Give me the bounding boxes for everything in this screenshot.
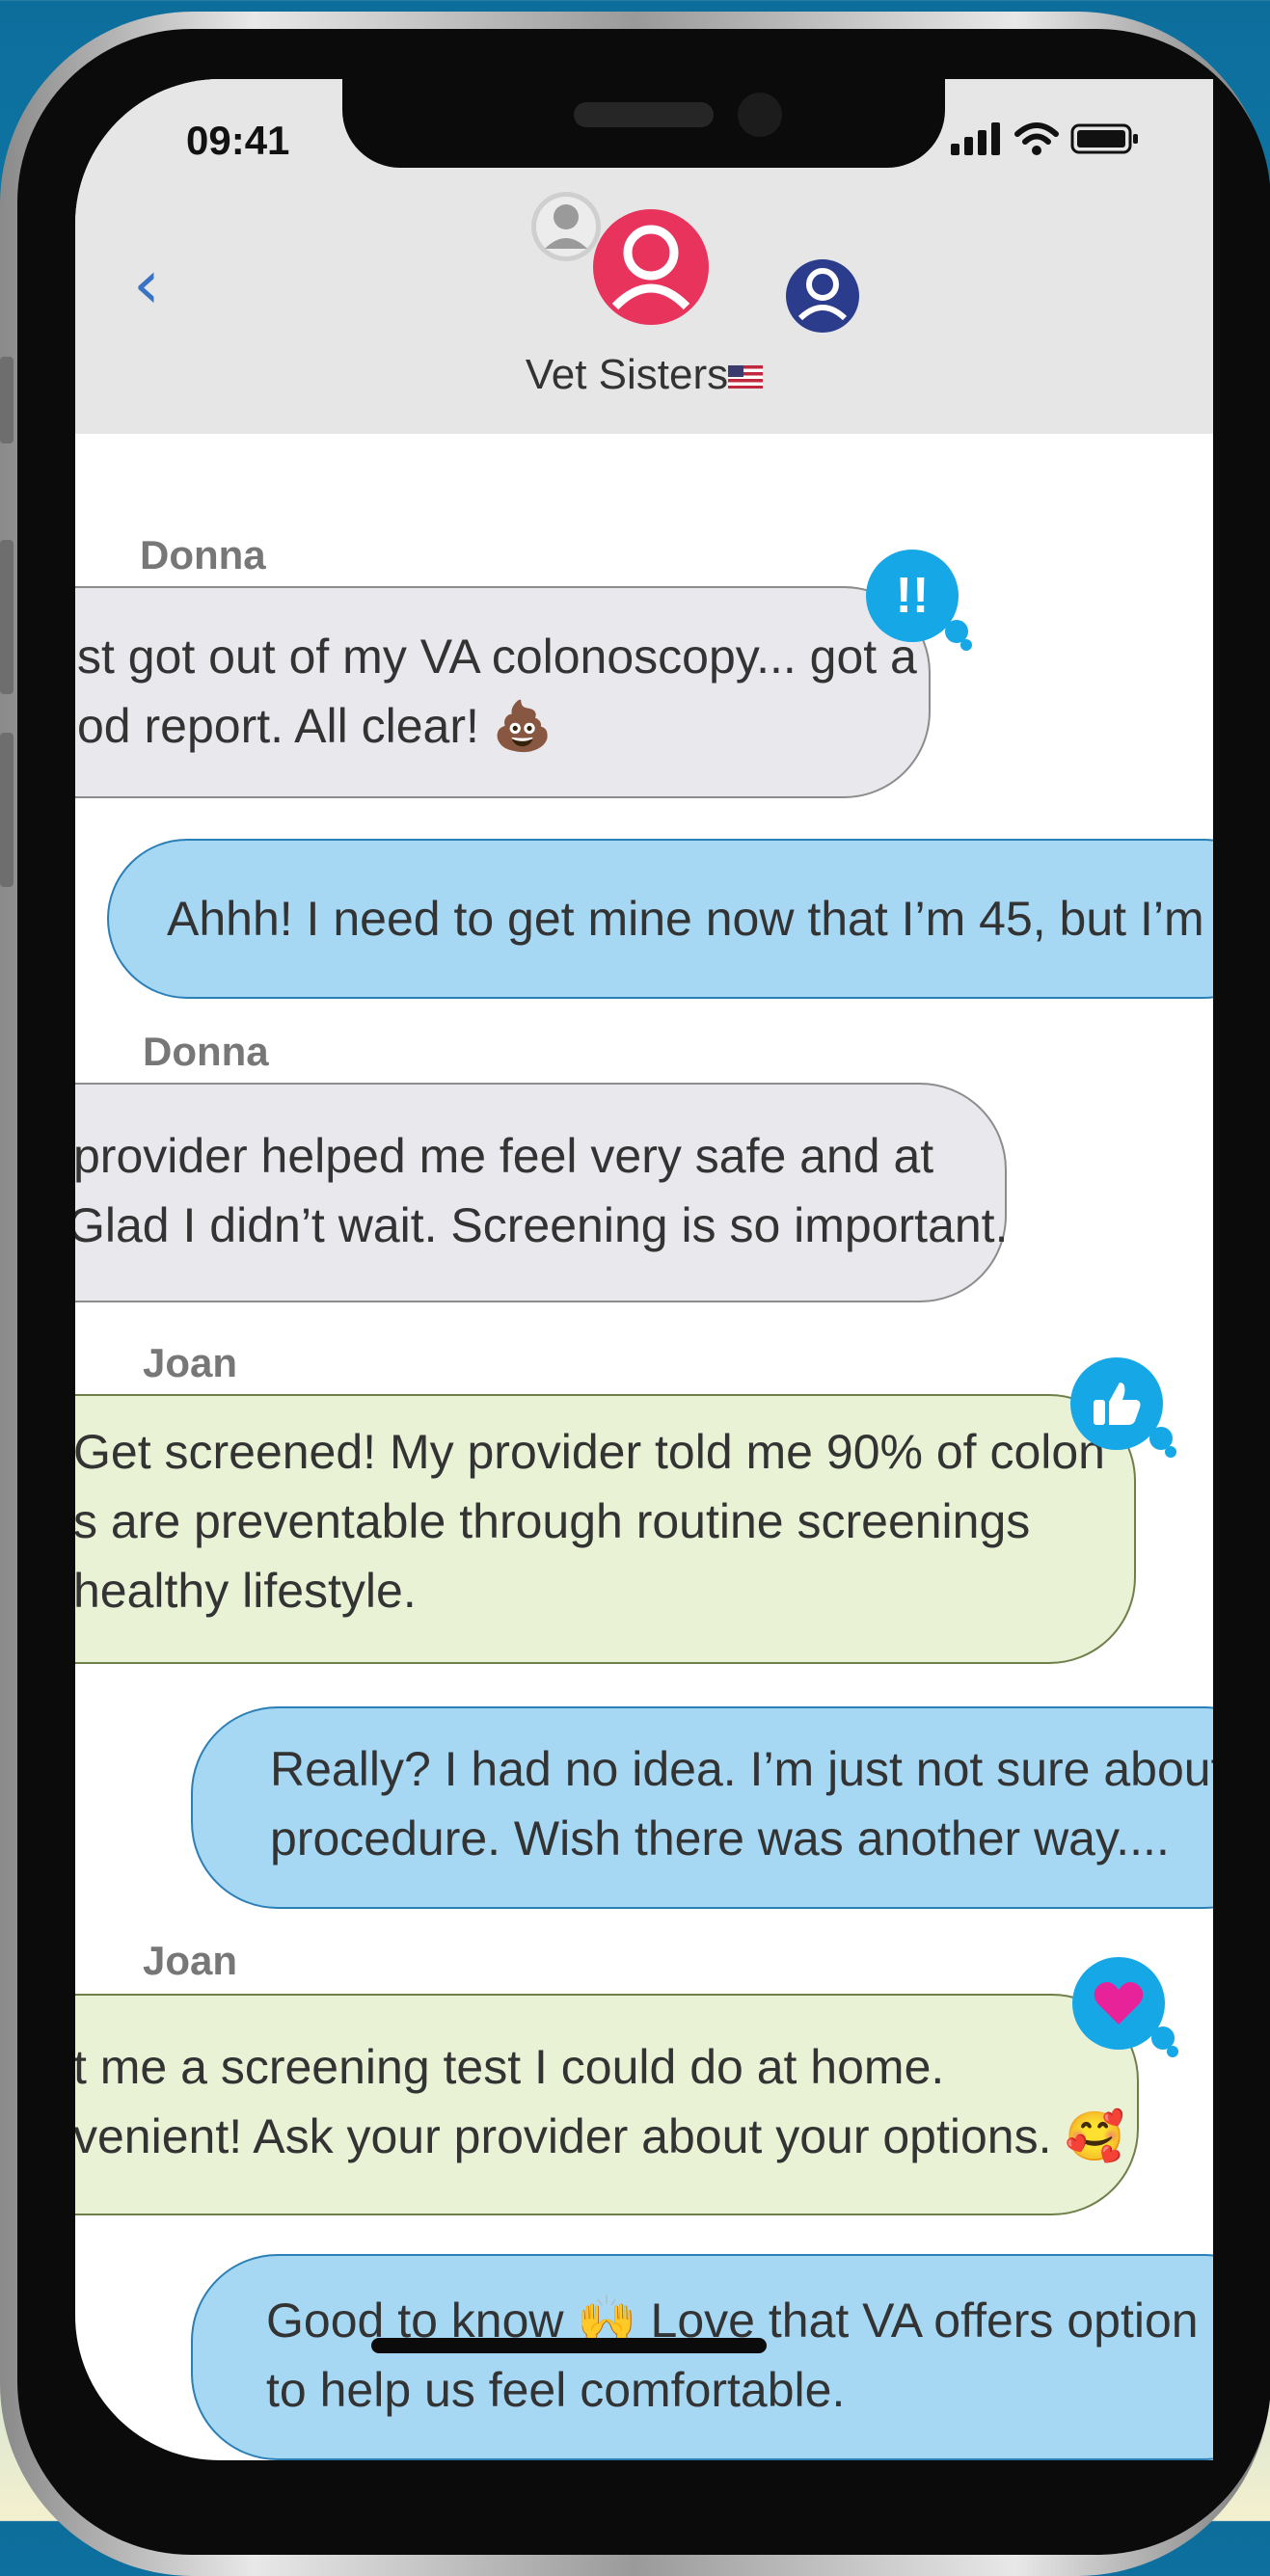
thumbs-up-icon [1094, 1382, 1141, 1425]
avatar-navy [786, 259, 859, 333]
message-bubble-incoming[interactable]: provider helped me feel very safe and at… [75, 1083, 1009, 1302]
message-text: st got out of my VA colonoscopy... got a [77, 630, 917, 684]
message-text: Ahhh! I need to get mine now that I’m 45… [167, 892, 1213, 946]
group-name-label: Vet Sisters [525, 351, 729, 398]
volume-up-button [0, 540, 14, 694]
message-bubble-incoming[interactable]: st got out of my VA colonoscopy... got a… [75, 586, 931, 798]
group-name[interactable]: Vet Sisters [75, 351, 1213, 399]
status-time: 09:41 [186, 118, 290, 163]
front-camera [738, 93, 782, 137]
sender-name: Donna [140, 532, 266, 577]
message-text: Really? I had no idea. I’m just not sure… [270, 1742, 1213, 1796]
message-text: t me a screening test I could do at home… [75, 2040, 945, 2094]
mute-switch [0, 357, 14, 443]
message-text: s are preventable through routine screen… [75, 1494, 1031, 1548]
message-text: to help us feel comfortable. [266, 2363, 846, 2417]
message-text: Glad I didn’t wait. Screening is so impo… [75, 1198, 1009, 1252]
wifi-icon [1014, 122, 1059, 155]
us-flag-icon [728, 365, 764, 389]
avatar-red [593, 209, 709, 325]
reaction-tail-dot [960, 639, 972, 651]
sender-name: Donna [143, 1029, 269, 1074]
message-bubble-incoming[interactable]: t me a screening test I could do at home… [75, 1994, 1139, 2215]
notch [342, 79, 945, 168]
message-bubble-outgoing[interactable]: Really? I had no idea. I’m just not sure… [191, 1706, 1213, 1909]
message-bubble-outgoing[interactable]: Good to know 🙌 Love that VA offers optio… [191, 2254, 1213, 2460]
reaction-tail-dot [1167, 2046, 1178, 2057]
sender-name: Joan [143, 1938, 238, 1983]
group-avatars[interactable] [521, 185, 868, 359]
message-bubble-incoming[interactable]: Get screened! My provider told me 90% of… [75, 1394, 1136, 1664]
message-text: venient! Ask your provider about your op… [75, 2109, 1125, 2163]
back-chevron-icon[interactable]: ‹ [133, 245, 160, 324]
screen: 09:41 ‹ Vet Sisters Donna st got out of … [75, 79, 1213, 2460]
message-text: healthy lifestyle. [75, 1564, 417, 1618]
reaction-tail-dot [1165, 1446, 1176, 1458]
message-text: Get screened! My provider told me 90% of… [75, 1425, 1105, 1479]
status-icons [951, 122, 1140, 155]
message-text: provider helped me feel very safe and at [75, 1129, 934, 1183]
home-indicator[interactable] [371, 2338, 767, 2353]
heart-icon [1094, 1982, 1144, 2025]
avatar-gray [531, 192, 601, 261]
message-list: Donna st got out of my VA colonoscopy...… [75, 434, 1213, 2460]
speaker-grille [574, 102, 714, 127]
message-bubble-outgoing[interactable]: Ahhh! I need to get mine now that I’m 45… [107, 839, 1213, 999]
volume-down-button [0, 733, 14, 887]
sender-name: Joan [143, 1340, 238, 1385]
message-text: od report. All clear! 💩 [77, 699, 554, 753]
battery-icon [1070, 123, 1138, 154]
message-text: procedure. Wish there was another way...… [270, 1811, 1170, 1865]
signal-icon [951, 122, 1000, 155]
